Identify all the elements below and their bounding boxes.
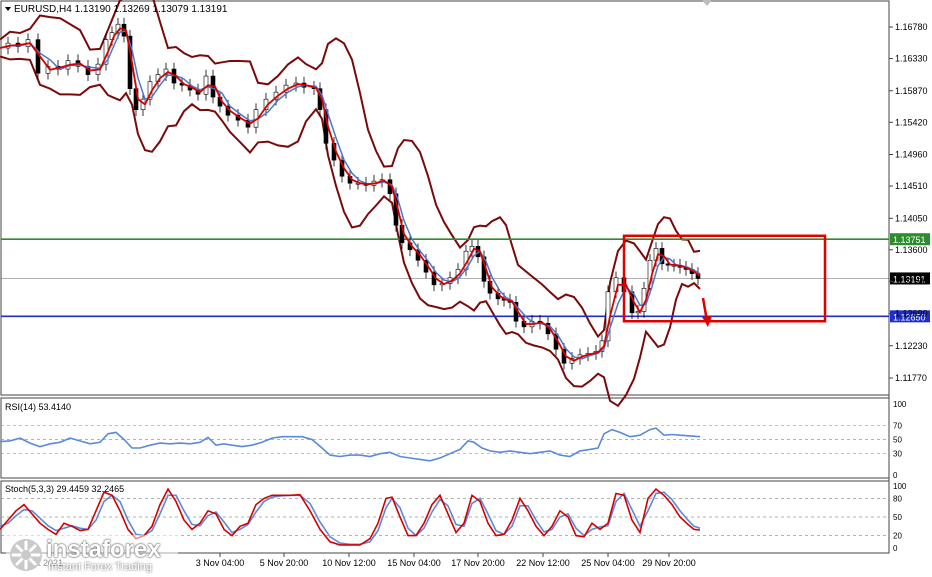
y-tick-label: 1.14510 xyxy=(895,181,928,191)
rsi-axis-label: 50 xyxy=(893,436,902,445)
stoch-label: Stoch(5,3,3) 29.4459 32.2465 xyxy=(5,484,124,494)
x-tick-label: 25 Nov 04:00 xyxy=(581,558,635,568)
y-tick-label: 1.14050 xyxy=(895,213,928,223)
rsi-axis-label: 100 xyxy=(893,400,907,409)
y-tick-label: 1.15870 xyxy=(895,86,928,96)
x-tick-label: 15 Nov 04:00 xyxy=(387,558,441,568)
y-tick-label: 1.16330 xyxy=(895,54,928,64)
x-tick-label: 3 Nov 04:00 xyxy=(196,558,245,568)
trading-chart: 1.137511.126501.13191 1.167801.163301.15… xyxy=(0,0,930,568)
stoch-axis-label: 20 xyxy=(893,532,902,541)
watermark-tagline: Instant Forex Trading xyxy=(48,561,152,573)
y-tick-label: 1.13600 xyxy=(895,245,928,255)
y-tick-label: 1.12230 xyxy=(895,341,928,351)
stoch-axis-label: 80 xyxy=(893,494,902,503)
watermark-brand: instaforex xyxy=(46,536,161,563)
y-tick-label: 1.14960 xyxy=(895,150,928,160)
watermark: instaforex Instant Forex Trading xyxy=(6,535,178,575)
level-label-0: 1.13751 xyxy=(890,233,930,246)
y-tick-label: 1.16780 xyxy=(895,22,928,32)
stoch-axis-label: 0 xyxy=(893,544,898,553)
rsi-panel-frame xyxy=(0,397,890,479)
y-tick-label: 1.12690 xyxy=(895,309,928,319)
y-tick-label: 1.11770 xyxy=(895,373,927,383)
level-label-text-0: 1.13751 xyxy=(893,235,926,245)
x-tick-label: 29 Nov 20:00 xyxy=(642,558,696,568)
rsi-label: RSI(14) 53.4140 xyxy=(5,402,71,412)
chart-header: EURUSD,H4 1.13190 1.13269 1.13079 1.1319… xyxy=(14,4,228,15)
y-tick-label: 1.15420 xyxy=(895,117,928,127)
x-tick-label: 10 Nov 12:00 xyxy=(322,558,376,568)
stoch-axis-label: 100 xyxy=(893,482,907,491)
x-tick-label: 5 Nov 20:00 xyxy=(260,558,309,568)
y-tick-label: 1.13150 xyxy=(895,276,928,286)
rsi-axis-label: 30 xyxy=(893,450,902,459)
rsi-axis-label: 0 xyxy=(893,471,898,480)
instaforex-logo-icon xyxy=(10,539,42,571)
stoch-axis-label: 50 xyxy=(893,513,902,522)
rsi-axis-label: 70 xyxy=(893,421,902,430)
x-tick-label: 17 Nov 20:00 xyxy=(451,558,505,568)
x-tick-label: 22 Nov 12:00 xyxy=(516,558,570,568)
